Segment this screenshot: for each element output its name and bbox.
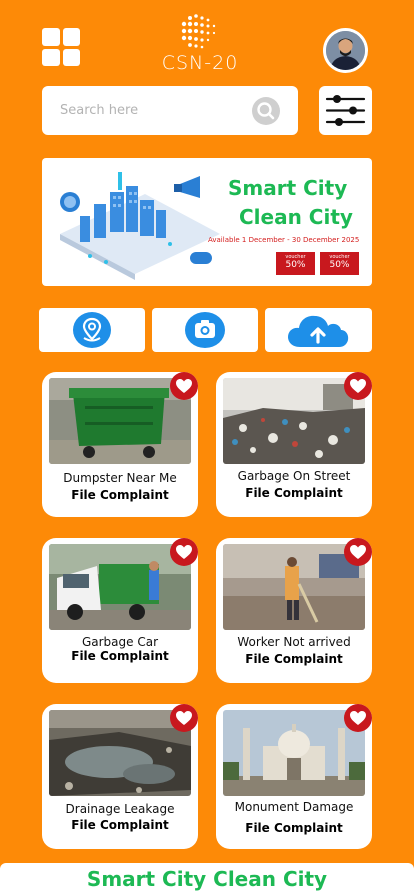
- file-complaint-link[interactable]: File Complaint: [216, 652, 372, 666]
- complaint-title: Worker Not arrived: [237, 635, 351, 649]
- voucher-badge: voucher 50%: [276, 252, 315, 275]
- complaint-title: Dumpster Near Me: [63, 471, 177, 485]
- complaint-card-dumpster[interactable]: Dumpster Near Me File Complaint: [42, 372, 198, 517]
- cloud-upload-icon: [288, 315, 349, 347]
- location-pin-icon: [73, 312, 111, 348]
- file-complaint-link[interactable]: File Complaint: [42, 818, 198, 832]
- favorite-heart-icon[interactable]: [344, 538, 372, 566]
- complaint-title: Monument Damage: [234, 800, 354, 814]
- promo-banner[interactable]: Smart City Clean City Available 1 Decemb…: [42, 158, 372, 286]
- city-illustration: [60, 172, 220, 280]
- search-bar: [42, 86, 298, 135]
- banner-title-line1: Smart City: [228, 176, 348, 200]
- complaint-card-garbage-street[interactable]: Garbage On Street File Complaint: [216, 372, 372, 517]
- complaint-card-garbage-car[interactable]: Garbage Car File Complaint: [42, 538, 198, 683]
- complaint-title: Garbage On Street: [237, 469, 351, 483]
- file-complaint-link[interactable]: File Complaint: [216, 821, 372, 835]
- footer-slogan: Smart City Clean City: [86, 867, 328, 891]
- camera-button[interactable]: [152, 308, 258, 352]
- sliders-icon: [325, 95, 366, 126]
- favorite-heart-icon[interactable]: [170, 704, 198, 732]
- user-avatar[interactable]: [323, 28, 368, 73]
- complaint-card-drainage[interactable]: Drainage Leakage File Complaint: [42, 704, 198, 849]
- upload-button[interactable]: [265, 308, 372, 352]
- footer-bar: Smart City Clean City: [0, 863, 414, 896]
- file-complaint-link[interactable]: File Complaint: [42, 649, 198, 663]
- avatar-photo: [326, 31, 365, 70]
- complaint-card-worker[interactable]: Worker Not arrived File Complaint: [216, 538, 372, 683]
- app-logo: CSN-20: [150, 12, 250, 74]
- voucher-badge: voucher 50%: [320, 252, 359, 275]
- favorite-heart-icon[interactable]: [344, 372, 372, 400]
- search-icon[interactable]: [252, 97, 280, 125]
- search-input[interactable]: [60, 98, 240, 122]
- favorite-heart-icon[interactable]: [170, 372, 198, 400]
- grid-menu-icon: [42, 28, 60, 46]
- banner-dates: Available 1 December - 30 December 2025: [208, 236, 360, 244]
- favorite-heart-icon[interactable]: [170, 538, 198, 566]
- grid-menu-button[interactable]: [42, 28, 80, 66]
- location-button[interactable]: [39, 308, 145, 352]
- logo-dots-icon: [181, 14, 216, 49]
- file-complaint-link[interactable]: File Complaint: [42, 488, 198, 502]
- complaint-card-monument[interactable]: Monument Damage File Complaint: [216, 704, 372, 849]
- filter-button[interactable]: [319, 86, 372, 135]
- logo-text: CSN-20: [161, 52, 239, 74]
- complaint-title: Drainage Leakage: [65, 802, 175, 816]
- complaint-title: Garbage Car: [81, 635, 159, 649]
- banner-title-line2: Clean City: [239, 205, 353, 229]
- camera-icon: [185, 312, 225, 348]
- favorite-heart-icon[interactable]: [344, 704, 372, 732]
- file-complaint-link[interactable]: File Complaint: [216, 486, 372, 500]
